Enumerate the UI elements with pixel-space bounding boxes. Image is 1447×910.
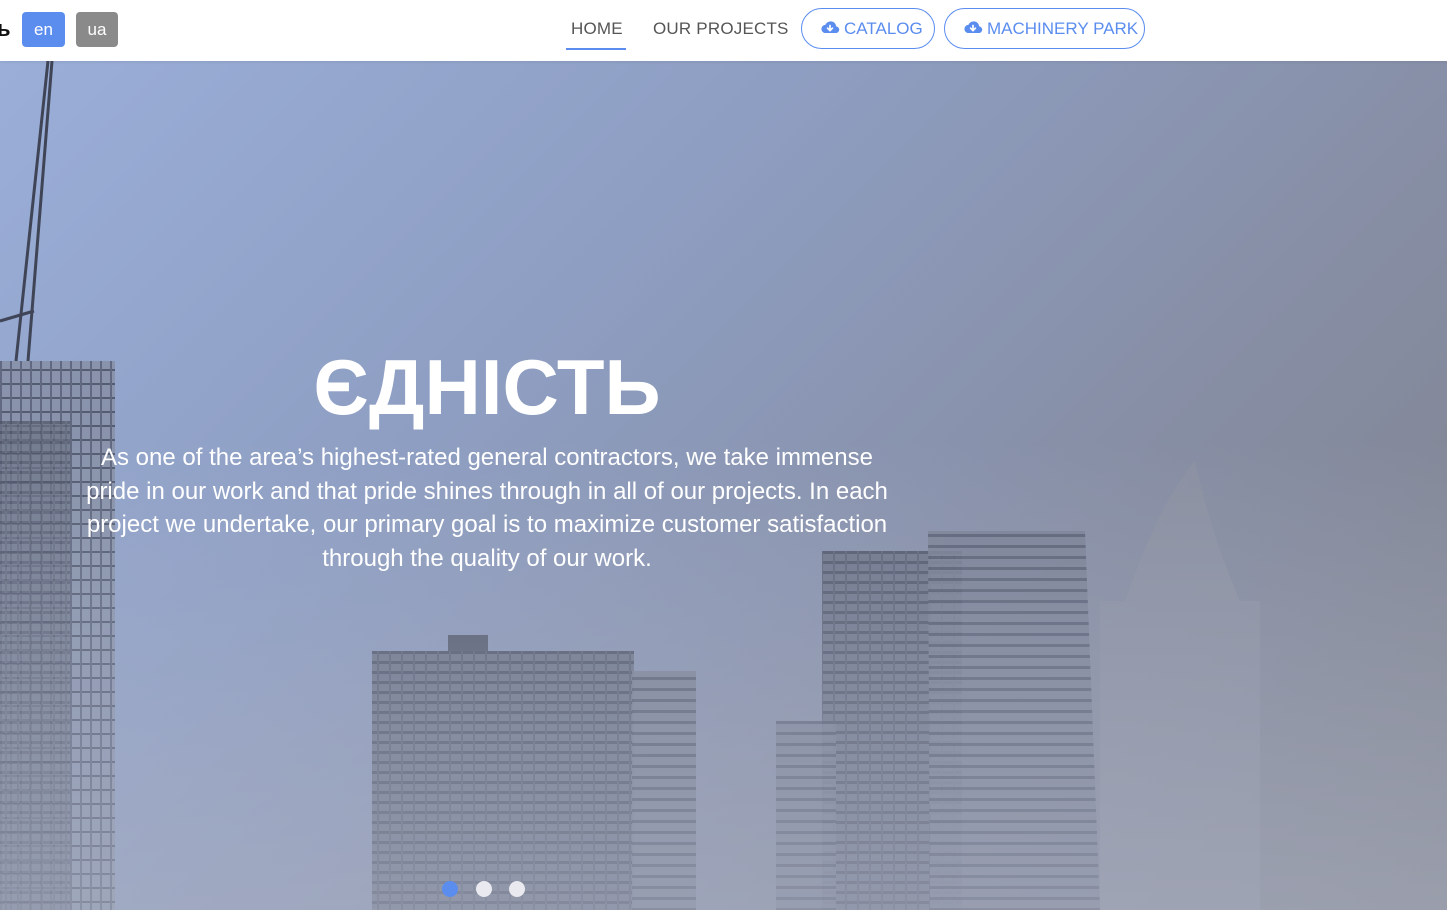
nav-our-projects-link[interactable]: OUR PROJECTS bbox=[653, 19, 789, 39]
slide-indicator-3[interactable] bbox=[509, 881, 525, 897]
hero-title: ЄДНІСТЬ bbox=[313, 343, 661, 431]
slide-indicator-2[interactable] bbox=[476, 881, 492, 897]
hero-slider: ЄДНІСТЬ As one of the area’s highest-rat… bbox=[0, 61, 1447, 910]
hero-description: As one of the area’s highest-rated gener… bbox=[86, 444, 888, 572]
slide-indicator-1[interactable] bbox=[442, 881, 458, 897]
top-navigation-bar: ь en ua HOME OUR PROJECTS CATALOG MACHIN… bbox=[0, 0, 1447, 61]
machinery-park-button-label: MACHINERY PARK bbox=[987, 19, 1139, 38]
logo-fragment[interactable]: ь bbox=[0, 17, 11, 41]
nav-active-underline bbox=[566, 48, 626, 50]
cloud-download-icon bbox=[821, 21, 840, 34]
catalog-download-button[interactable]: CATALOG bbox=[801, 8, 935, 49]
language-ua-button[interactable]: ua bbox=[76, 12, 118, 47]
machinery-park-download-button[interactable]: MACHINERY PARK bbox=[944, 8, 1145, 49]
language-en-button[interactable]: en bbox=[22, 12, 65, 47]
catalog-button-label: CATALOG bbox=[844, 19, 923, 38]
nav-home-link[interactable]: HOME bbox=[571, 19, 623, 39]
cloud-download-icon bbox=[964, 21, 983, 34]
